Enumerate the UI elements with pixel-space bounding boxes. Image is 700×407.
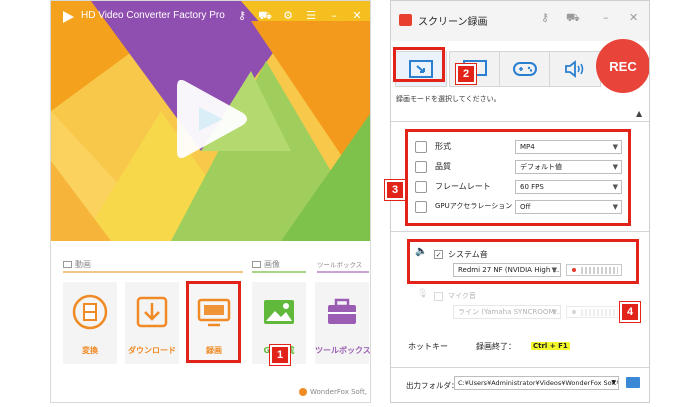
level-bars	[581, 309, 618, 316]
output-folder-label: 出力フォルダ：	[406, 381, 459, 390]
tool-label: 変換	[82, 346, 98, 355]
section-video-label: 動画	[63, 259, 91, 270]
folder-icon[interactable]	[626, 377, 640, 388]
rec-button[interactable]: REC	[596, 39, 649, 93]
image-section-icon	[252, 261, 261, 268]
tool-convert-button[interactable]: 変換	[63, 282, 117, 364]
callout-number-4: 4	[619, 301, 641, 323]
tool-download-button[interactable]: ダウンロード	[125, 282, 179, 364]
hotkey-label: ホットキー	[408, 342, 448, 351]
mic-level-meter	[566, 306, 622, 318]
section-image-label: 画像	[252, 259, 280, 270]
stop-hotkey-label: 録画終了：	[476, 342, 516, 351]
mode-hint: 録画モードを選択してください。	[396, 95, 501, 103]
menu-icon[interactable]: ☰	[304, 9, 318, 23]
output-folder-input[interactable]: C:¥Users¥Administrator¥Videos¥WonderFox …	[454, 376, 619, 390]
mic-checkbox[interactable]	[434, 292, 443, 301]
wonderfox-logo-icon	[299, 388, 307, 396]
minimize-icon[interactable]: –	[327, 9, 341, 23]
gear-icon[interactable]: ⚙	[281, 9, 295, 23]
cart-icon[interactable]: ⛟	[566, 11, 580, 26]
mic-device-select[interactable]: ライン (Yamaha SYNCROOM... ▼	[453, 305, 561, 319]
stop-hotkey-value[interactable]: Ctrl + F1	[531, 342, 570, 350]
tool-toolbox-button[interactable]: ツールボックス	[315, 282, 371, 364]
callout-box-1	[186, 281, 241, 363]
film-icon	[72, 294, 108, 330]
tool-label: ダウンロード	[128, 346, 176, 355]
divider	[391, 121, 649, 122]
recorder-logo-icon	[399, 14, 412, 26]
mic-icon: 🎙	[417, 289, 429, 299]
video-section-icon	[63, 261, 72, 268]
left-titlebar: HD Video Converter Factory Pro ⚷ ⛟ ⚙ ☰ –…	[51, 1, 370, 33]
footer-brand: WonderFox Soft, Inc.	[299, 388, 370, 396]
close-icon[interactable]: ✕	[350, 9, 364, 23]
close-icon[interactable]: ✕	[629, 11, 638, 24]
callout-number-2: 2	[455, 63, 477, 85]
level-dot	[572, 310, 576, 314]
divider	[391, 367, 649, 368]
section-video-line	[63, 271, 243, 273]
app-logo-icon	[63, 11, 74, 23]
callout-number-1: 1	[269, 344, 291, 366]
right-titlebar: スクリーン録画 ⚷ ⛟ – ✕	[391, 1, 649, 41]
mode-game-button[interactable]	[499, 51, 551, 87]
recorder-title: スクリーン録画	[418, 17, 488, 28]
key-icon[interactable]: ⚷	[235, 9, 249, 23]
section-toolbox-label: ツールボックス	[317, 261, 363, 269]
image-icon	[264, 300, 294, 324]
game-icon	[513, 62, 537, 76]
callout-box-4	[407, 239, 639, 284]
mic-label: マイク音	[448, 292, 476, 300]
minimize-icon[interactable]: –	[603, 11, 609, 24]
play-logo-icon	[177, 79, 247, 159]
callout-number-3: 3	[384, 179, 406, 201]
section-image-line	[252, 271, 306, 273]
collapse-arrow-icon[interactable]: ▲	[636, 109, 642, 118]
key-icon[interactable]: ⚷	[541, 11, 549, 24]
left-titlebar-icons: ⚷ ⛟ ⚙ ☰ – ✕	[235, 9, 364, 23]
mode-audio-button[interactable]	[549, 51, 601, 87]
tool-label: ツールボックス	[315, 346, 371, 355]
divider	[391, 231, 649, 232]
app-title: HD Video Converter Factory Pro	[81, 10, 225, 21]
callout-box-3	[405, 129, 631, 226]
audio-icon	[565, 60, 584, 78]
callout-box-2	[393, 47, 445, 82]
toolbox-icon	[328, 298, 356, 324]
dropdown-caret-icon: ▼	[611, 379, 616, 386]
cart-icon[interactable]: ⛟	[258, 9, 272, 23]
section-toolbox-line	[317, 271, 369, 273]
dropdown-caret-icon: ▼	[551, 308, 557, 316]
download-icon	[136, 296, 168, 328]
